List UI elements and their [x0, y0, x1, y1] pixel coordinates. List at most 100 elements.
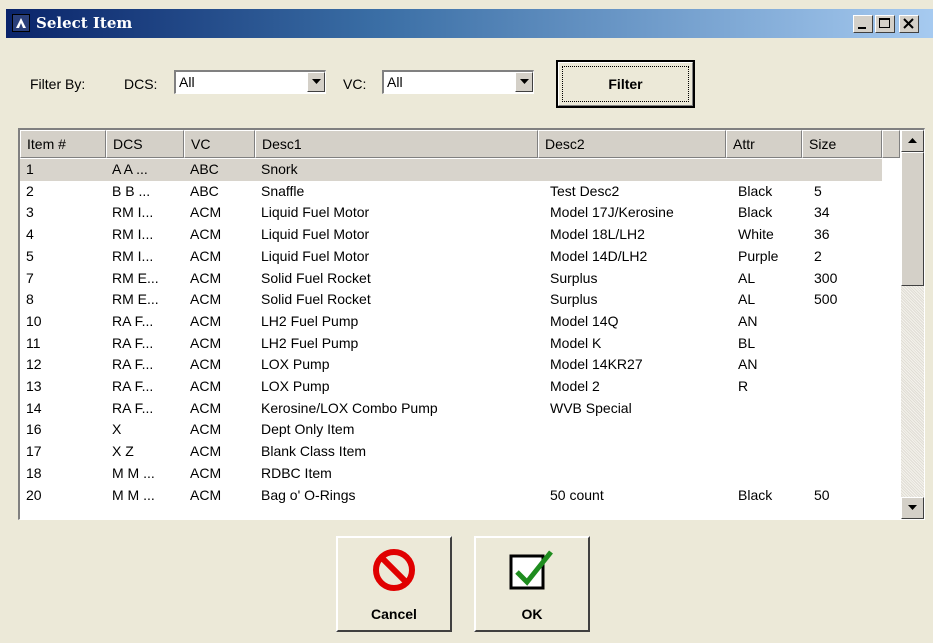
table-row[interactable]: 14 RA F... ACM Kerosine/LOX Combo Pump WVB S…: [20, 398, 882, 420]
close-button[interactable]: [899, 15, 919, 33]
table-row[interactable]: 12 RA F... ACM LOX Pump Model 14KR27 AN: [20, 354, 882, 376]
cell-size: 5: [814, 182, 822, 199]
scroll-down-icon[interactable]: [901, 497, 924, 519]
chevron-down-icon[interactable]: [515, 72, 533, 92]
cell-attr: White: [738, 226, 774, 243]
table-row[interactable]: 20 M M ... ACM Bag o' O-Rings 50 count Black 5…: [20, 485, 882, 507]
cell-desc1: Kerosine/LOX Combo Pump: [261, 399, 438, 416]
cell-desc2: 50 count: [550, 486, 604, 503]
cell-desc1: LH2 Fuel Pump: [261, 312, 359, 329]
column-header-item[interactable]: Item #: [20, 130, 106, 158]
cancel-button[interactable]: Cancel: [336, 536, 452, 632]
checkbox-checked-icon: [476, 548, 588, 598]
cell-desc1: Liquid Fuel Motor: [261, 226, 370, 243]
cell-desc2: Model 17J/Kerosine: [550, 204, 674, 221]
cell-desc2: Surplus: [550, 269, 598, 286]
cell-vc: ACM: [190, 464, 222, 481]
ok-button[interactable]: OK: [474, 536, 590, 632]
cell-desc1: Blank Class Item: [261, 443, 367, 460]
table-row[interactable]: 18 M M ... ACM RDBC Item: [20, 463, 882, 485]
cell-attr: AN: [738, 356, 758, 373]
cell-dcs: X: [112, 421, 122, 438]
cell-vc: ACM: [190, 356, 222, 373]
minimize-button[interactable]: [853, 15, 873, 33]
table-row[interactable]: 2 B B ... ABC Snaffle Test Desc2 Black 5: [20, 181, 882, 203]
vc-select[interactable]: All: [382, 70, 534, 94]
column-header-desc1[interactable]: Desc1: [255, 130, 538, 158]
cell-dcs: RA F...: [112, 356, 154, 373]
cell-dcs: RA F...: [112, 399, 154, 416]
cell-size: 2: [814, 247, 822, 264]
cell-vc: ACM: [190, 291, 222, 308]
table-row[interactable]: 4 RM I... ACM Liquid Fuel Motor Model 18L/LH…: [20, 224, 882, 246]
cell-desc2: Test Desc2: [550, 182, 620, 199]
cell-item: 7: [26, 269, 34, 286]
cell-dcs: RM I...: [112, 247, 154, 264]
cell-desc1: Snork: [261, 161, 298, 177]
table-row[interactable]: 5 RM I... ACM Liquid Fuel Motor Model 14D/LH…: [20, 246, 882, 268]
scrollbar-thumb[interactable]: [901, 152, 924, 286]
table-row[interactable]: 1 A A ... ABC Snork: [20, 159, 882, 181]
items-grid[interactable]: Item # DCS VC Desc1 Desc2 Attr Size 1 A A…: [18, 128, 925, 520]
cell-item: 18: [26, 464, 42, 481]
column-header-attr[interactable]: Attr: [726, 130, 802, 158]
cell-attr: BL: [738, 334, 756, 351]
cell-desc2: Surplus: [550, 291, 598, 308]
ok-button-label: OK: [521, 606, 543, 622]
table-row[interactable]: 8 RM E... ACM Solid Fuel Rocket Surplus AL 500: [20, 289, 882, 311]
column-header-dcs[interactable]: DCS: [106, 130, 184, 158]
cell-dcs: M M ...: [112, 486, 155, 503]
table-row[interactable]: 3 RM I... ACM Liquid Fuel Motor Model 17J/Ke…: [20, 202, 882, 224]
vc-label: VC:: [343, 76, 367, 92]
cell-vc: ABC: [190, 182, 219, 199]
cell-dcs: X Z: [112, 443, 134, 460]
column-header-desc2[interactable]: Desc2: [538, 130, 726, 158]
cell-desc1: Solid Fuel Rocket: [261, 291, 371, 308]
cell-vc: ACM: [190, 421, 222, 438]
cell-vc: ABC: [190, 161, 219, 177]
vertical-scrollbar[interactable]: [901, 130, 924, 519]
chevron-down-icon[interactable]: [307, 72, 325, 92]
cell-item: 14: [26, 399, 42, 416]
cell-item: 20: [26, 486, 42, 503]
cell-vc: ACM: [190, 334, 222, 351]
cell-item: 4: [26, 226, 34, 243]
cell-item: 5: [26, 247, 34, 264]
maximize-button[interactable]: [875, 15, 895, 33]
cell-item: 16: [26, 421, 42, 438]
column-header-size[interactable]: Size: [802, 130, 882, 158]
cell-dcs: B B ...: [112, 182, 151, 199]
table-row[interactable]: 10 RA F... ACM LH2 Fuel Pump Model 14Q AN: [20, 311, 882, 333]
cell-item: 13: [26, 378, 42, 394]
table-row[interactable]: 16 X ACM Dept Only Item: [20, 419, 882, 441]
filter-by-label: Filter By:: [30, 76, 86, 92]
table-row[interactable]: 13 RA F... ACM LOX Pump Model 2 R: [20, 376, 882, 398]
column-header-vc[interactable]: VC: [184, 130, 255, 158]
cell-attr: Purple: [738, 247, 779, 264]
dcs-select[interactable]: All: [174, 70, 326, 94]
cell-attr: AL: [738, 269, 756, 286]
filter-button[interactable]: Filter: [556, 60, 695, 108]
cell-desc1: LOX Pump: [261, 356, 330, 373]
cell-dcs: M M ...: [112, 464, 155, 481]
scroll-up-icon[interactable]: [901, 130, 924, 152]
cell-size: 300: [814, 269, 838, 286]
table-row[interactable]: 11 RA F... ACM LH2 Fuel Pump Model K BL: [20, 333, 882, 355]
title-bar[interactable]: Select Item: [6, 9, 933, 38]
cell-desc1: Snaffle: [261, 182, 305, 199]
cell-vc: ACM: [190, 247, 222, 264]
cell-size: 34: [814, 204, 830, 221]
cell-vc: ACM: [190, 226, 222, 243]
cell-vc: ACM: [190, 269, 222, 286]
cell-dcs: RM E...: [112, 269, 159, 286]
cell-item: 1: [26, 161, 34, 177]
cell-dcs: RM I...: [112, 204, 154, 221]
cell-desc1: Solid Fuel Rocket: [261, 269, 371, 286]
cell-vc: ACM: [190, 486, 222, 503]
table-row[interactable]: 17 X Z ACM Blank Class Item: [20, 441, 882, 463]
table-row[interactable]: 7 RM E... ACM Solid Fuel Rocket Surplus AL 300: [20, 268, 882, 290]
cell-size: 500: [814, 291, 838, 308]
cell-attr: Black: [738, 486, 773, 503]
cell-attr: R: [738, 378, 749, 394]
dcs-label: DCS:: [124, 76, 158, 92]
